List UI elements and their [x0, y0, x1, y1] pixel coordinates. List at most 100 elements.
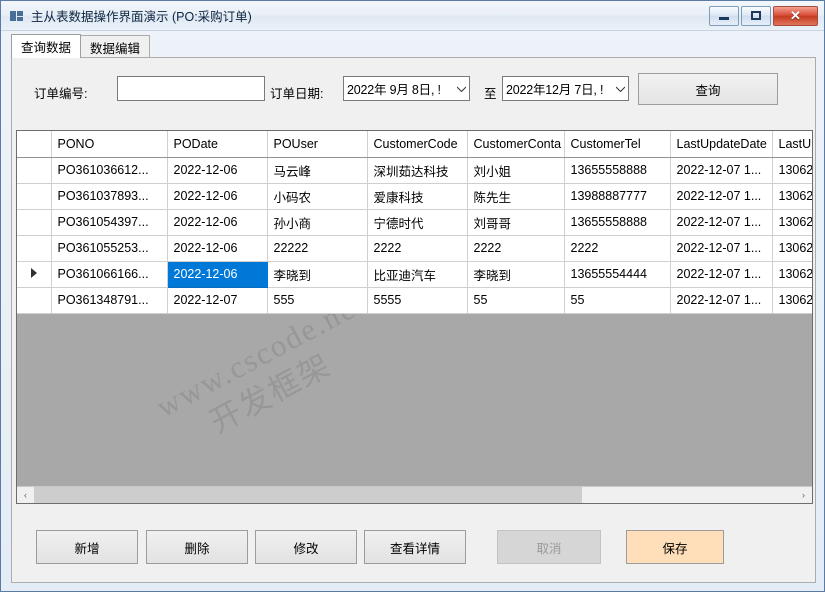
cell-pouser[interactable]: 22222 — [267, 235, 368, 262]
close-button[interactable]: ✕ — [773, 5, 818, 26]
cell-podate[interactable]: 2022-12-06 — [167, 261, 268, 288]
cell-ccontact[interactable]: 55 — [467, 287, 565, 314]
cell-ctel[interactable]: 2222 — [564, 235, 671, 262]
row-selector-cell[interactable] — [17, 235, 52, 262]
cell-pouser[interactable]: 李晓到 — [267, 261, 368, 288]
column-header-pouser[interactable]: POUser — [267, 131, 368, 158]
cell-ctel[interactable]: 13655558888 — [564, 209, 671, 236]
cell-ludby[interactable]: 1306271 — [772, 157, 812, 184]
cell-ctel[interactable]: 55 — [564, 287, 671, 314]
grid-body: PO361036612... 2022-12-06 马云峰 深圳茹达科技 刘小姐 1365… — [17, 157, 812, 314]
save-button[interactable]: 保存 — [626, 530, 724, 564]
cell-pouser[interactable]: 马云峰 — [267, 157, 368, 184]
minimize-button[interactable] — [709, 5, 739, 26]
cell-pouser[interactable]: 555 — [267, 287, 368, 314]
cell-ctel[interactable]: 13655554444 — [564, 261, 671, 288]
date-from-picker[interactable]: 2022年 9月 8日, ! — [343, 76, 470, 101]
cell-pono[interactable]: PO361055253... — [51, 235, 168, 262]
cell-ludby[interactable]: 1306271 — [772, 235, 812, 262]
row-selector-cell[interactable] — [17, 209, 52, 236]
cell-ctel[interactable]: 13655558888 — [564, 157, 671, 184]
table-row[interactable]: PO361037893... 2022-12-06 小码农 爱康科技 陈先生 139888… — [17, 183, 812, 210]
cell-ccontact[interactable]: 刘哥哥 — [467, 209, 565, 236]
cell-ccontact[interactable]: 李晓到 — [467, 261, 565, 288]
cell-podate[interactable]: 2022-12-07 — [167, 287, 268, 314]
column-header-customercontact[interactable]: CustomerConta — [467, 131, 565, 158]
row-selector-cell[interactable] — [17, 157, 52, 184]
chevron-down-icon[interactable] — [612, 77, 628, 100]
cell-pono[interactable]: PO361054397... — [51, 209, 168, 236]
table-row[interactable]: PO361348791... 2022-12-07 555 5555 55 55 2022-… — [17, 287, 812, 314]
cell-ludby[interactable]: 1306271 — [772, 287, 812, 314]
pono-input[interactable] — [117, 76, 265, 101]
row-selector-cell[interactable] — [17, 261, 52, 288]
cell-pono[interactable]: PO361066166... — [51, 261, 168, 288]
edit-button[interactable]: 修改 — [255, 530, 357, 564]
scrollbar-track[interactable] — [34, 486, 795, 503]
delete-button[interactable]: 删除 — [146, 530, 248, 564]
query-button[interactable]: 查询 — [638, 73, 778, 105]
view-detail-button[interactable]: 查看详情 — [364, 530, 466, 564]
maximize-button[interactable] — [741, 5, 771, 26]
row-selector-cell[interactable] — [17, 287, 52, 314]
cell-lud[interactable]: 2022-12-07 1... — [670, 287, 773, 314]
scrollbar-thumb[interactable] — [34, 486, 582, 503]
add-button-label: 新增 — [74, 541, 100, 556]
cell-pono[interactable]: PO361036612... — [51, 157, 168, 184]
row-selector-cell[interactable] — [17, 183, 52, 210]
cell-podate[interactable]: 2022-12-06 — [167, 157, 268, 184]
cell-lud[interactable]: 2022-12-07 1... — [670, 157, 773, 184]
current-row-caret-icon — [30, 268, 37, 278]
cell-podate[interactable]: 2022-12-06 — [167, 183, 268, 210]
column-header-lastupdatedate[interactable]: LastUpdateDate — [670, 131, 773, 158]
cell-ctel[interactable]: 13988887777 — [564, 183, 671, 210]
cell-pouser[interactable]: 孙小商 — [267, 209, 368, 236]
window-controls: ✕ — [709, 5, 820, 26]
column-header-customertel[interactable]: CustomerTel — [564, 131, 671, 158]
cell-ludby[interactable]: 1306271 — [772, 209, 812, 236]
tab-strip: 查询数据 数据编辑 — [11, 34, 816, 58]
column-header-podate[interactable]: PODate — [167, 131, 268, 158]
cell-pouser[interactable]: 小码农 — [267, 183, 368, 210]
cell-ccode[interactable]: 深圳茹达科技 — [367, 157, 468, 184]
tab-data-edit[interactable]: 数据编辑 — [80, 35, 151, 58]
table-row[interactable]: PO361055253... 2022-12-06 22222 2222 2222 222… — [17, 235, 812, 262]
grid-table: PONO PODate POUser CustomerCode Customer… — [17, 131, 812, 314]
tab-query-data[interactable]: 查询数据 — [11, 34, 82, 58]
table-row[interactable]: PO361054397... 2022-12-06 孙小商 宁德时代 刘哥哥 136555… — [17, 209, 812, 236]
close-icon: ✕ — [790, 8, 801, 23]
cell-ccode[interactable]: 宁德时代 — [367, 209, 468, 236]
cell-ludby[interactable]: 1306271 — [772, 261, 812, 288]
cell-ccode[interactable]: 爱康科技 — [367, 183, 468, 210]
cell-ccontact[interactable]: 刘小姐 — [467, 157, 565, 184]
cell-ccontact[interactable]: 2222 — [467, 235, 565, 262]
scroll-left-icon[interactable]: ‹ — [17, 486, 34, 503]
column-header-pono[interactable]: PONO — [51, 131, 168, 158]
app-icon — [9, 8, 25, 24]
cell-ccontact[interactable]: 陈先生 — [467, 183, 565, 210]
cell-lud[interactable]: 2022-12-07 1... — [670, 261, 773, 288]
date-to-picker[interactable]: 2022年12月 7日, ! — [502, 76, 629, 101]
cell-lud[interactable]: 2022-12-07 1... — [670, 183, 773, 210]
add-button[interactable]: 新增 — [36, 530, 138, 564]
cell-pono[interactable]: PO361348791... — [51, 287, 168, 314]
cell-ccode[interactable]: 比亚迪汽车 — [367, 261, 468, 288]
cell-ludby[interactable]: 1306271 — [772, 183, 812, 210]
chevron-down-icon[interactable] — [453, 77, 469, 100]
grid-horizontal-scrollbar[interactable]: ‹ › — [17, 486, 812, 503]
cell-podate[interactable]: 2022-12-06 — [167, 209, 268, 236]
edit-button-label: 修改 — [293, 541, 319, 556]
column-header-customercode[interactable]: CustomerCode — [367, 131, 468, 158]
scroll-right-icon[interactable]: › — [795, 486, 812, 503]
date-to-value: 2022年12月 7日, ! — [506, 83, 604, 97]
column-header-lastupdatedby[interactable]: LastUpd — [772, 131, 812, 158]
cell-lud[interactable]: 2022-12-07 1... — [670, 209, 773, 236]
column-header-rowselector[interactable] — [17, 131, 52, 158]
cell-ccode[interactable]: 2222 — [367, 235, 468, 262]
table-row[interactable]: PO361036612... 2022-12-06 马云峰 深圳茹达科技 刘小姐 1365… — [17, 157, 812, 184]
cell-ccode[interactable]: 5555 — [367, 287, 468, 314]
table-row[interactable]: PO361066166... 2022-12-06 李晓到 比亚迪汽车 李晓到 13655… — [17, 261, 812, 288]
cell-pono[interactable]: PO361037893... — [51, 183, 168, 210]
cell-lud[interactable]: 2022-12-07 1... — [670, 235, 773, 262]
cell-podate[interactable]: 2022-12-06 — [167, 235, 268, 262]
